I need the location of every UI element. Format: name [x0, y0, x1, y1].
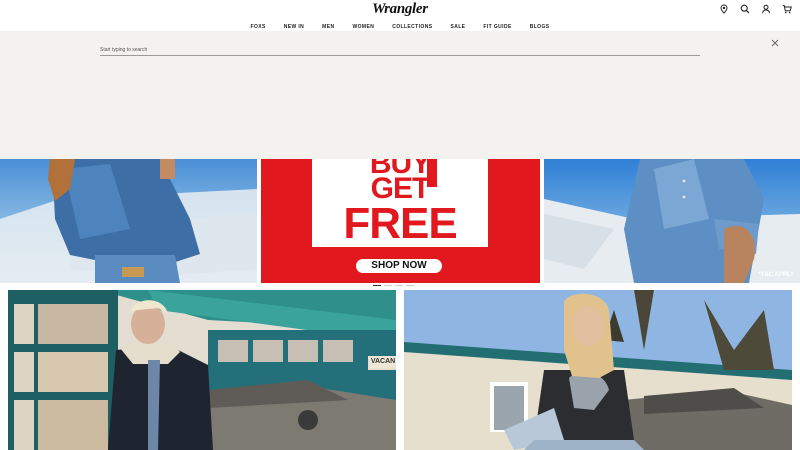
carousel-indicators — [373, 285, 414, 286]
search-input[interactable] — [100, 45, 700, 56]
cart-icon[interactable] — [782, 4, 792, 14]
promo-line-free: FREE — [343, 199, 457, 248]
search-panel — [0, 31, 800, 159]
nav-item-foxs[interactable]: FOXS — [250, 24, 265, 30]
tile-women[interactable] — [404, 290, 792, 450]
nav-item-women[interactable]: WOMEN — [352, 24, 374, 30]
main-nav: FOXS NEW IN MEN WOMEN COLLECTIONS SALE F… — [0, 24, 800, 30]
nav-item-blogs[interactable]: BLOGS — [530, 24, 550, 30]
nav-item-new-in[interactable]: NEW IN — [284, 24, 304, 30]
nav-item-men[interactable]: MEN — [322, 24, 334, 30]
banner-image-right: *T&C APPLY — [544, 159, 800, 283]
store-locator-icon[interactable] — [719, 4, 729, 14]
carousel-dot[interactable] — [406, 285, 414, 286]
shop-now-button[interactable]: SHOP NOW — [356, 259, 442, 273]
search-icon[interactable] — [740, 4, 750, 14]
banner-promo-center[interactable]: BUY GET FREE SHOP NOW — [261, 159, 540, 283]
wrangler-logo[interactable]: Wrangler — [0, 1, 800, 18]
carousel-dot[interactable] — [395, 285, 403, 286]
carousel-dot[interactable] — [384, 285, 392, 286]
header-icons — [719, 4, 792, 14]
nav-item-collections[interactable]: COLLECTIONS — [392, 24, 432, 30]
promo-numeral-one — [427, 159, 437, 187]
nav-item-fit-guide[interactable]: FIT GUIDE — [483, 24, 511, 30]
nav-item-sale[interactable]: SALE — [450, 24, 465, 30]
account-icon[interactable] — [761, 4, 771, 14]
banner-image-left — [0, 159, 257, 283]
close-icon[interactable] — [769, 37, 781, 49]
carousel-dot[interactable] — [373, 285, 381, 286]
promo-card: BUY GET FREE — [312, 159, 488, 248]
promo-banner[interactable]: BUY GET FREE SHOP NOW *T&C APPLY — [0, 159, 800, 283]
tile-men[interactable] — [8, 290, 396, 450]
motel-vacancy-sign: VACAN — [370, 356, 396, 368]
site-header: Wrangler FOXS NEW IN MEN WOMEN COLLECTIO… — [0, 0, 800, 32]
terms-note: *T&C APPLY — [758, 272, 794, 278]
